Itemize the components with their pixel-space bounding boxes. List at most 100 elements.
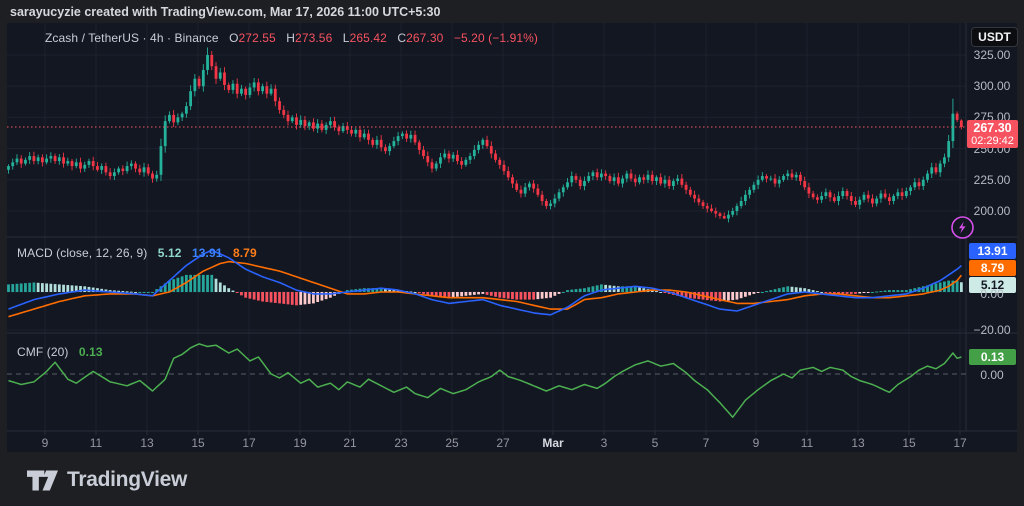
macd-hist-bar xyxy=(727,292,730,301)
macd-hist-bar xyxy=(231,290,235,292)
macd-hist-bar xyxy=(125,291,129,293)
macd-hist-bar xyxy=(583,288,586,292)
macd-hist-bar xyxy=(134,292,137,293)
macd-hist-bar xyxy=(570,289,574,292)
candle-body xyxy=(777,179,781,184)
cmf-legend[interactable]: CMF (20) 0.13 xyxy=(17,345,103,359)
candle-body xyxy=(358,129,362,138)
macd-hist-bar xyxy=(40,283,44,292)
time-label: 17 xyxy=(242,436,256,450)
candle-body xyxy=(629,173,633,179)
macd-hist-bar xyxy=(811,290,815,292)
macd-hist-bar xyxy=(49,283,53,292)
candle-body xyxy=(273,88,277,102)
candle-body xyxy=(193,78,197,92)
candle-body xyxy=(858,199,862,205)
macd-hist-value: 5.12 xyxy=(157,246,182,260)
macd-hist-bar xyxy=(616,286,620,292)
candle-body xyxy=(684,184,688,190)
candle-body xyxy=(655,177,658,182)
candle-body xyxy=(765,176,768,179)
candle-body xyxy=(591,172,595,177)
candle-body xyxy=(472,149,476,157)
candle-body xyxy=(422,149,425,157)
macd-hist-bar xyxy=(782,287,785,292)
candle-body xyxy=(66,161,70,164)
macd-hist-bar xyxy=(896,290,900,292)
candle-body xyxy=(604,173,608,177)
candle-body xyxy=(278,101,281,110)
symbol-legend[interactable]: Zcash / TetherUS · 4h · Binance O272.55 … xyxy=(45,31,538,45)
candle-body xyxy=(735,206,739,211)
candle-body xyxy=(328,121,332,125)
currency-button[interactable]: USDT xyxy=(971,27,1018,47)
macd-hist-bar xyxy=(477,292,480,295)
macd-hist-bar xyxy=(532,292,536,300)
candle-body xyxy=(235,83,239,94)
open-label: O xyxy=(229,31,239,45)
candle-body xyxy=(456,154,459,162)
candle-body xyxy=(892,196,896,202)
candle-body xyxy=(600,173,603,178)
candle-body xyxy=(743,194,747,202)
macd-hist-bar xyxy=(511,292,514,300)
macd-hist-bar xyxy=(549,292,552,298)
lightning-icon[interactable] xyxy=(949,214,976,241)
macd-hist-bar xyxy=(451,292,455,298)
macd-hist-bar xyxy=(515,292,519,300)
macd-hist-bar xyxy=(875,291,879,293)
candle-body xyxy=(714,211,718,214)
macd-hist-bar xyxy=(849,292,853,294)
candle-body xyxy=(875,198,879,204)
candle-body xyxy=(561,187,565,193)
macd-hist-bar xyxy=(485,292,489,295)
close-value: 267.30 xyxy=(406,31,444,45)
candle-body xyxy=(468,156,472,160)
candle-body xyxy=(74,162,78,167)
candle-body xyxy=(388,146,392,152)
candle-body xyxy=(379,139,383,148)
time-label: 11 xyxy=(800,436,814,450)
candle-body xyxy=(815,197,819,200)
candle-body xyxy=(506,171,510,178)
candle-body xyxy=(934,167,938,173)
macd-hist-bar xyxy=(739,292,743,299)
time-label: 11 xyxy=(89,436,103,450)
macd-hist-bar xyxy=(862,292,866,293)
macd-hist-bar xyxy=(748,292,752,296)
tradingview-snapshot: { "attribution": "sarayucyzie created wi… xyxy=(0,0,1024,506)
candle-body xyxy=(807,187,811,194)
macd-hist-bar xyxy=(269,292,273,303)
macd-hist-bar xyxy=(138,292,142,293)
time-label: 7 xyxy=(702,436,710,450)
macd-hist-bar xyxy=(494,292,497,297)
macd-hist-bar xyxy=(464,292,468,296)
candle-body xyxy=(718,213,722,216)
macd-hist-bar xyxy=(828,292,832,293)
time-label: 13 xyxy=(140,436,154,450)
candle-body xyxy=(36,157,40,162)
candle-body xyxy=(45,158,49,163)
time-label: 15 xyxy=(191,436,205,450)
macd-hist-bar xyxy=(70,285,74,292)
candle-body xyxy=(362,133,366,138)
candle-body xyxy=(87,161,91,165)
candle-body xyxy=(134,163,137,169)
candle-body xyxy=(447,153,451,159)
price-tag-countdown: 02:29:42 xyxy=(971,135,1014,147)
macd-legend[interactable]: MACD (close, 12, 26, 9) 5.12 13.91 8.79 xyxy=(17,246,257,260)
macd-hist-bar xyxy=(959,282,963,292)
macd-hist-bar xyxy=(286,292,290,305)
macd-hist-bar xyxy=(955,280,959,292)
candle-body xyxy=(168,114,171,122)
candle-body xyxy=(511,177,514,184)
candle-body xyxy=(231,83,235,90)
macd-hist-bar xyxy=(282,292,286,304)
macd-hist-bar xyxy=(265,292,269,302)
candle-body xyxy=(197,78,201,87)
candle-body xyxy=(405,133,408,139)
candle-body xyxy=(494,153,497,160)
candle-body xyxy=(930,167,934,174)
candle-body xyxy=(83,164,87,169)
tradingview-logo[interactable]: TradingView xyxy=(27,468,187,492)
